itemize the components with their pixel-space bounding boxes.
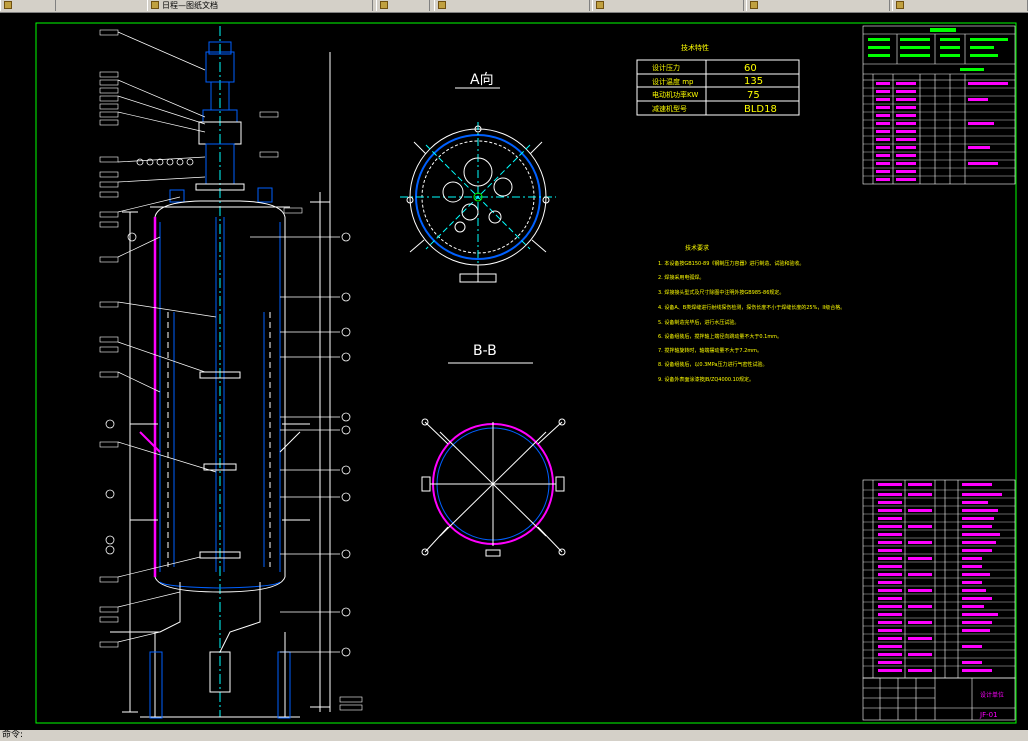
spec-row-label: 设计温度 mp bbox=[652, 77, 694, 86]
taskbar-tab-label: 日程—图纸文档 bbox=[162, 1, 218, 10]
design-data-header-marks bbox=[868, 28, 1008, 71]
note-line: 9. 设备外表面涂漆按JB/ZQ4000.10规定。 bbox=[658, 376, 754, 383]
note-line: 2. 焊接采用电弧焊。 bbox=[658, 274, 704, 281]
note-line: 7. 搅拌轴旋转时，轴端摆动量不大于7.2mm。 bbox=[658, 347, 762, 354]
cad-icon bbox=[896, 1, 904, 9]
elevation-view bbox=[110, 26, 331, 719]
spec-row-label: 减速机型号 bbox=[652, 104, 687, 113]
taskbar-tab-4[interactable] bbox=[592, 0, 744, 11]
part-callouts-left bbox=[117, 31, 340, 653]
cad-drawing-canvas[interactable]: A向 B-B 技术特性 设计压力 60 设计温度 mp 135 电动机功率KW … bbox=[0, 12, 1028, 730]
taskbar-tab-1[interactable]: 日程—图纸文档 bbox=[147, 0, 373, 11]
notes-title: 技术要求 bbox=[685, 244, 709, 252]
spec-table: 技术特性 设计压力 60 设计温度 mp 135 电动机功率KW 75 减速机型… bbox=[636, 43, 800, 116]
technical-notes: 技术要求 1. 本设备按GB150-89《钢制压力容器》进行制造、试验和验收。 … bbox=[658, 244, 845, 383]
title-block-drawing-number: JF-01 bbox=[979, 711, 998, 719]
note-line: 8. 设备组装后，以0.3MPa压力进行气密性试验。 bbox=[658, 361, 767, 368]
note-line: 5. 设备制造完毕后，进行水压试验。 bbox=[658, 319, 739, 326]
parts-list-text-marks bbox=[878, 483, 1002, 672]
spec-row-value: BLD18 bbox=[744, 104, 777, 115]
command-prompt: 命令: bbox=[2, 730, 24, 740]
taskbar-tab-5[interactable] bbox=[746, 0, 890, 11]
taskbar-tab-0[interactable] bbox=[0, 0, 56, 11]
taskbar-tab-3[interactable] bbox=[434, 0, 590, 11]
spec-row-label: 电动机功率KW bbox=[652, 90, 698, 99]
note-line: 3. 焊接接头型式及尺寸除图中注明外按GB985-86规定。 bbox=[658, 289, 784, 296]
note-line: 4. 设备A、B类焊缝进行射线探伤检测，探伤长度不小于焊缝长度的25%，II级合… bbox=[658, 304, 845, 311]
design-data-table bbox=[862, 25, 1016, 185]
cad-icon bbox=[596, 1, 604, 9]
cad-icon bbox=[438, 1, 446, 9]
document-icon bbox=[380, 1, 388, 9]
spec-row-value: 135 bbox=[744, 76, 763, 87]
taskbar-tab-2[interactable] bbox=[376, 0, 430, 11]
cad-icon bbox=[750, 1, 758, 9]
spec-table-title: 技术特性 bbox=[681, 43, 709, 52]
note-line: 6. 设备组装后，搅拌轴上端径向跳动量不大于0.1mm。 bbox=[658, 333, 782, 340]
spec-row-value: 60 bbox=[744, 63, 757, 74]
view-a-title: A向 bbox=[470, 72, 494, 88]
folder-icon bbox=[4, 1, 12, 9]
taskbar-tab-6[interactable] bbox=[892, 0, 1028, 11]
view-b-title: B-B bbox=[473, 343, 497, 359]
view-b-section bbox=[421, 418, 566, 557]
spec-row-label: 设计压力 bbox=[652, 63, 680, 72]
view-a-plan bbox=[400, 122, 556, 283]
part-tags-left bbox=[99, 29, 363, 711]
spec-row-value: 75 bbox=[747, 90, 760, 101]
note-line: 1. 本设备按GB150-89《钢制压力容器》进行制造、试验和验收。 bbox=[658, 260, 804, 267]
balloon-markers bbox=[105, 158, 351, 657]
document-icon bbox=[151, 1, 159, 9]
title-block-company: 设计单位 bbox=[980, 691, 1004, 699]
design-data-text-marks bbox=[876, 82, 1008, 181]
command-line[interactable]: 命令: bbox=[0, 730, 1028, 741]
